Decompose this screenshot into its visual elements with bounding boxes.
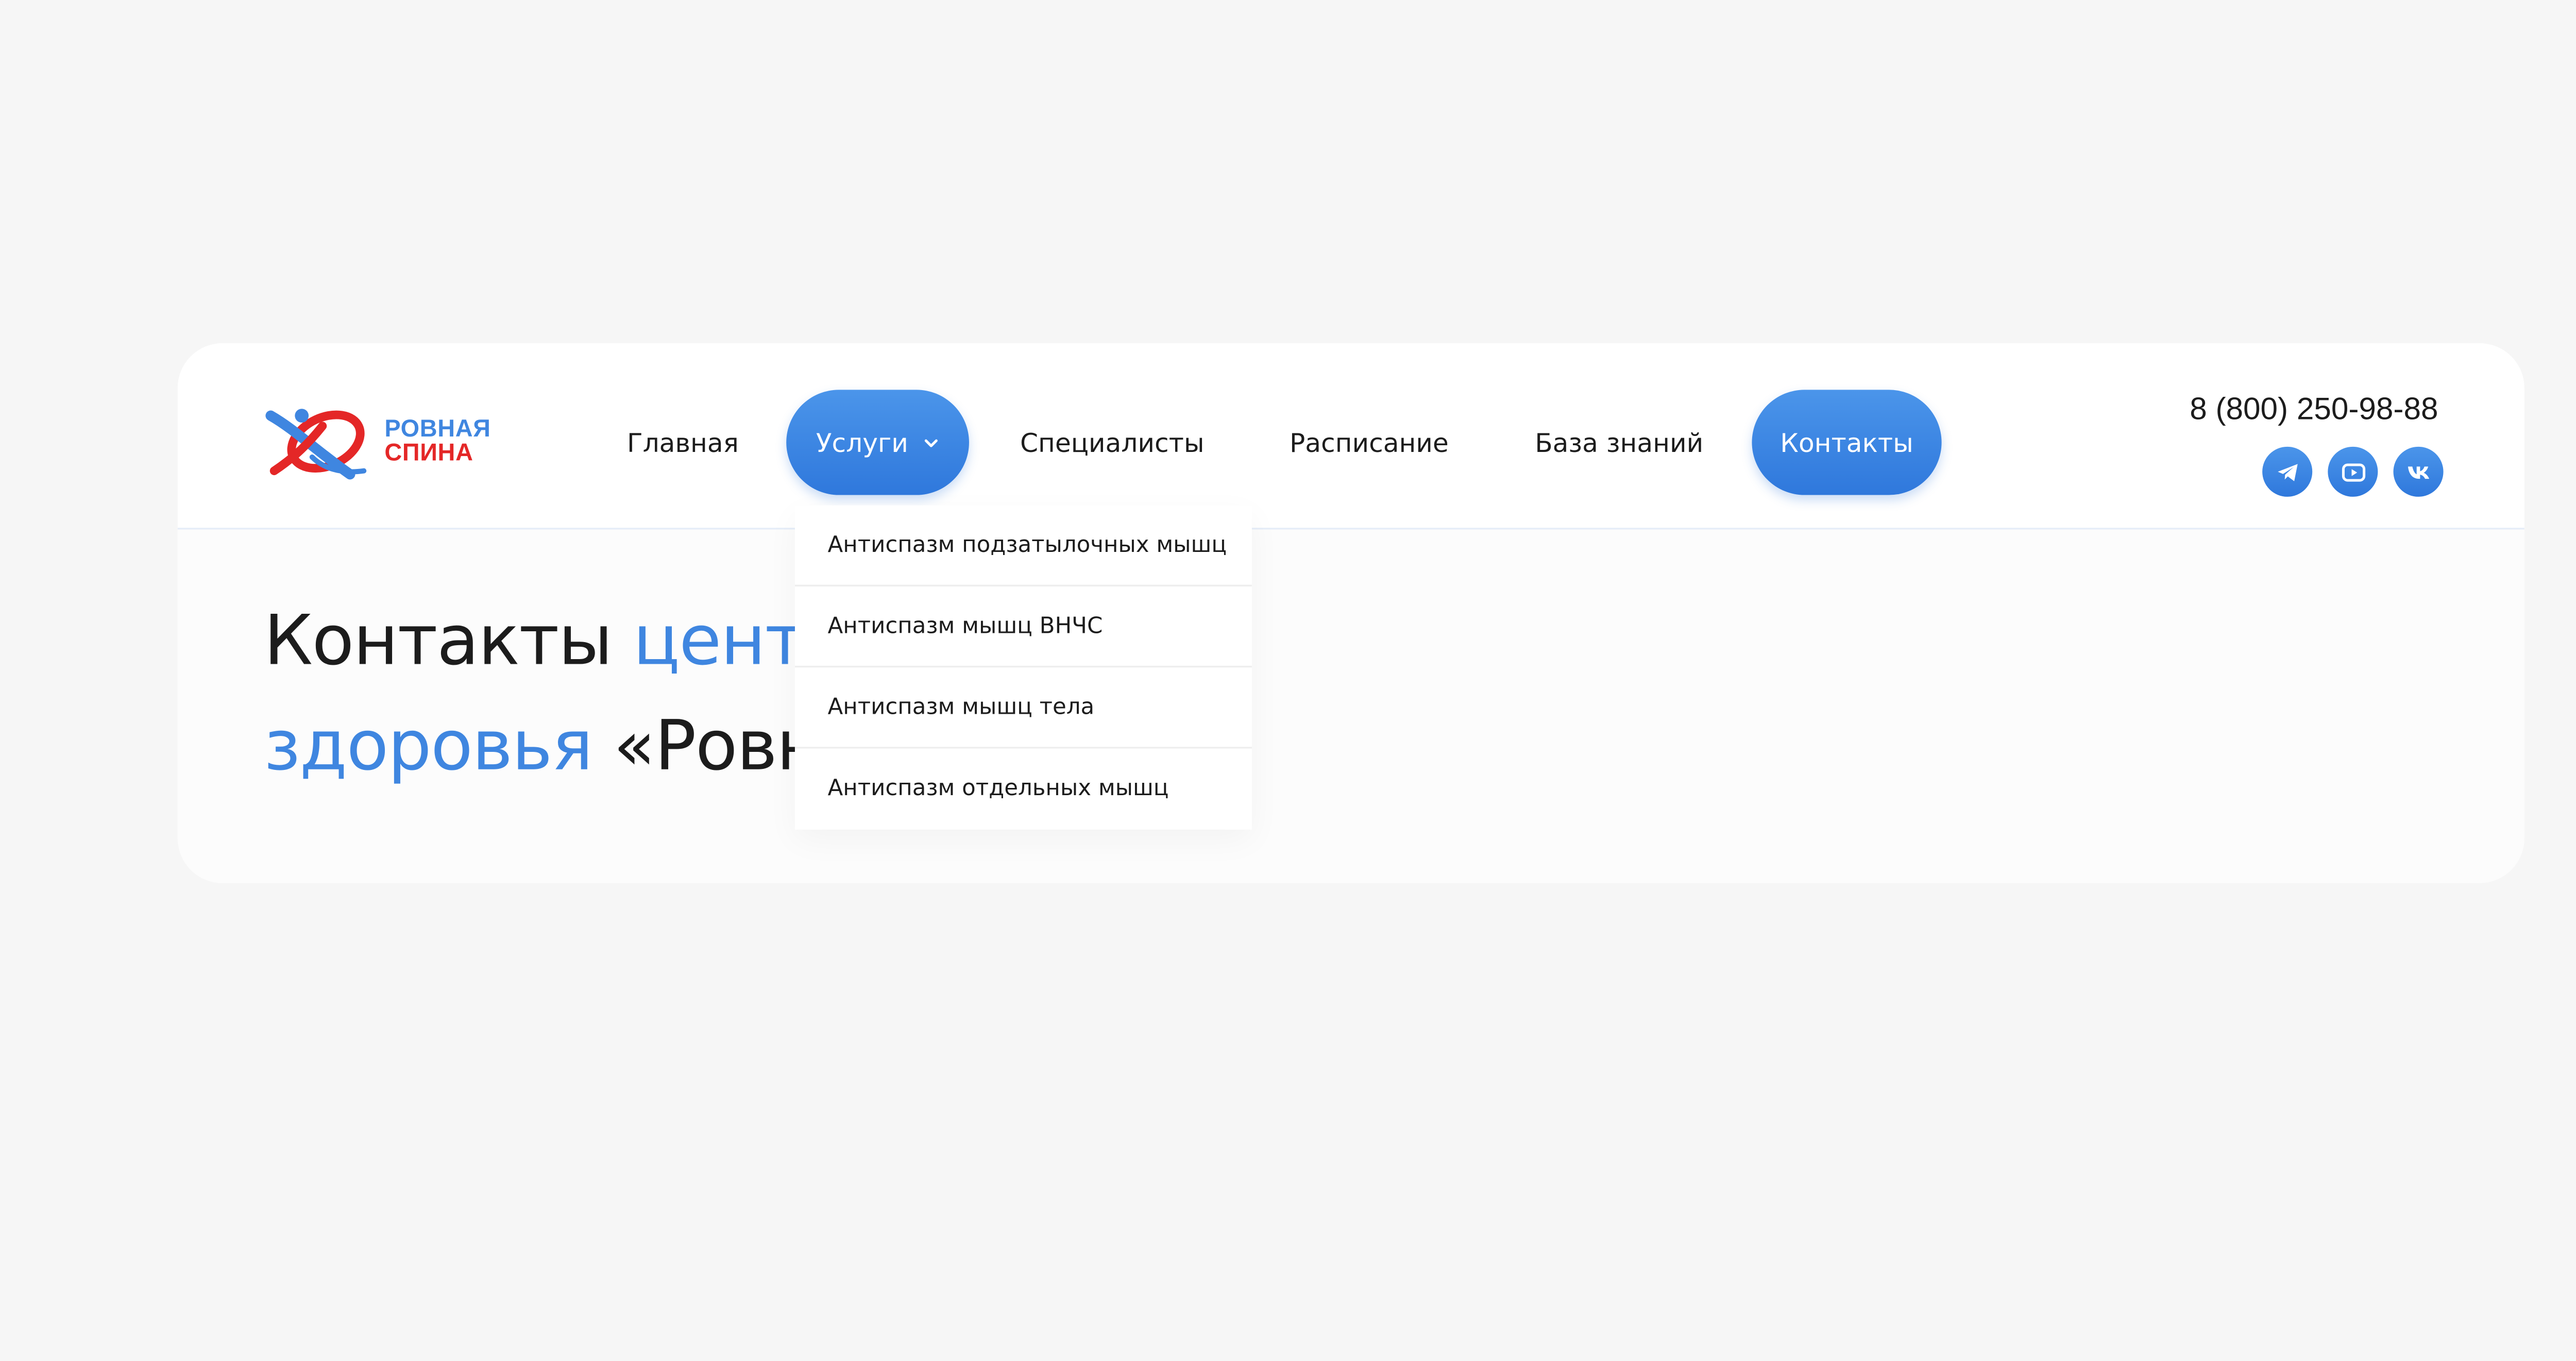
dropdown-item[interactable]: Антиспазм мышц ВНЧС [794,586,1252,668]
nav-item-label: База знаний [1535,427,1704,458]
telegram-icon [2277,463,2297,481]
nav-item-services[interactable]: Услуги [786,390,969,495]
nav-item-label: Расписание [1290,427,1449,458]
logo-line-2: СПИНА [384,438,473,466]
dropdown-item[interactable]: Антиспазм отдельных мышц [795,749,1252,830]
dropdown-item-label: Антиспазм подзатылочных мышц [827,532,1227,558]
telegram-link[interactable] [2262,446,2313,497]
nav-item-label: Услуги [816,427,908,458]
vk-link[interactable] [2393,446,2444,497]
nav-item-contacts[interactable]: Контакты [1752,390,1942,495]
title-part-1: Контакты [264,602,633,682]
logo-mark-icon [265,409,367,480]
dropdown-item-label: Антиспазм отдельных мышц [827,776,1169,802]
nav-item-schedule[interactable]: Расписание [1283,390,1455,495]
chevron-down-icon [924,438,937,447]
dropdown-item[interactable]: Антиспазм подзатылочных мышц [794,506,1252,586]
services-dropdown: Антиспазм подзатылочных мышц Антиспазм м… [794,505,1252,830]
nav-item-label: Главная [626,427,739,458]
site-header: РОВНАЯ СПИНА Главная Услуги Специалисты … [177,343,2524,530]
youtube-link[interactable] [2328,446,2378,497]
dropdown-item-label: Антиспазм мышц тела [827,694,1095,720]
nav-item-knowledge-base[interactable]: База знаний [1533,390,1705,495]
youtube-icon [2341,462,2365,481]
site-logo[interactable]: РОВНАЯ СПИНА [264,406,497,481]
logo-wordmark: РОВНАЯ СПИНА [384,416,490,464]
vk-icon [2407,465,2429,478]
page-card: РОВНАЯ СПИНА Главная Услуги Специалисты … [177,343,2524,883]
nav-item-label: Контакты [1780,427,1913,458]
nav-item-specialists[interactable]: Специалисты [1018,390,1207,495]
page-background: РОВНАЯ СПИНА Главная Услуги Специалисты … [0,0,2576,1361]
dropdown-item-label: Антиспазм мышц ВНЧС [827,613,1103,640]
phone-number[interactable]: 8 (800) 250-98-88 [2190,392,2438,428]
dropdown-item[interactable]: Антиспазм мышц тела [794,667,1252,749]
nav-item-home[interactable]: Главная [627,390,739,495]
social-links [2262,446,2444,497]
title-part-3: здоровья [264,707,614,787]
nav-item-label: Специалисты [1020,427,1205,458]
logo-line-1: РОВНАЯ [384,414,491,442]
